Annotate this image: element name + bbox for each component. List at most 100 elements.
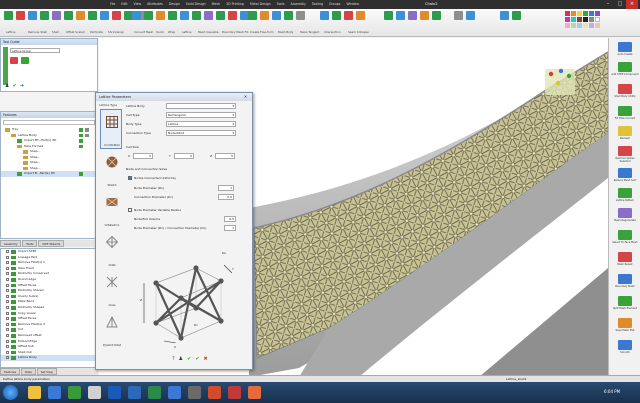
tool-guide-tab[interactable] (3, 47, 8, 85)
lattice-pattern-icon[interactable] (618, 188, 632, 198)
select-tool-icon[interactable] (272, 11, 281, 20)
menu-edit[interactable]: Edit (121, 2, 127, 6)
fill-tool-icon[interactable] (356, 11, 365, 20)
select-tri-icon[interactable] (618, 230, 632, 240)
seam-collapse-icon[interactable] (248, 11, 257, 20)
tab-data[interactable]: Data (21, 368, 36, 375)
word-icon[interactable] (128, 386, 141, 399)
close-window-button[interactable]: × (626, 0, 638, 9)
shell-body-icon[interactable] (618, 84, 632, 94)
menu-groups[interactable]: Groups (329, 2, 340, 6)
lattice-type-octet[interactable]: Octet (100, 229, 122, 269)
connection-type-select[interactable]: Node/Strut (166, 130, 236, 136)
lattice-mesh-icon[interactable] (168, 11, 177, 20)
ratio-input[interactable]: 1 (224, 225, 236, 231)
view-tool-icon[interactable] (454, 11, 463, 20)
extend-edge-icon[interactable] (88, 11, 97, 20)
remesh-icon[interactable] (618, 126, 632, 136)
shrinkwrap-icon[interactable] (64, 11, 73, 20)
shell-icon[interactable] (28, 11, 37, 20)
tab-features[interactable]: Features (0, 368, 21, 375)
remove-icon[interactable] (10, 57, 18, 64)
blend-tool-icon[interactable] (332, 11, 341, 20)
tab-dof-wizards[interactable]: DOF Wizards (38, 240, 65, 247)
fill-hole-icon[interactable] (618, 106, 632, 116)
arrow-icon[interactable]: ➜ (20, 83, 24, 89)
menu-attributes[interactable]: Attributes (147, 2, 163, 6)
outlook-icon[interactable] (108, 386, 121, 399)
quick-icon[interactable] (144, 11, 153, 20)
history-checkbox[interactable] (6, 305, 9, 309)
minimize-button[interactable]: – (602, 0, 614, 9)
mesh-body-icon[interactable] (216, 11, 225, 20)
color-palette[interactable] (565, 11, 600, 28)
app-icon[interactable] (188, 386, 201, 399)
menu-view[interactable]: View (134, 2, 142, 6)
node-diameter-input[interactable]: 1 (218, 185, 234, 191)
tab-assembly[interactable]: Assembly (0, 240, 22, 247)
mesh-repair-icon[interactable] (618, 252, 632, 262)
history-checkbox[interactable] (6, 311, 9, 315)
auto-create-icon[interactable] (618, 42, 632, 52)
boundary-mesh-icon[interactable] (618, 274, 632, 284)
menu-tools[interactable]: Tools (277, 2, 285, 6)
stitch-convert-icon[interactable] (100, 11, 109, 20)
history-checkbox[interactable] (6, 300, 9, 304)
menu-solid-design[interactable]: Solid Design (186, 2, 206, 6)
media-icon[interactable] (68, 386, 81, 399)
remove-shell-icon[interactable] (16, 11, 25, 20)
view-cube[interactable] (545, 68, 575, 95)
menu-design[interactable]: Design (169, 2, 180, 6)
history-checkbox[interactable] (6, 317, 9, 321)
lock-icon[interactable] (85, 133, 89, 137)
history-checkbox[interactable] (6, 294, 9, 298)
app-icon[interactable] (88, 386, 101, 399)
half-volume-input[interactable]: 0.5 (224, 216, 236, 222)
lattice-tool-icon[interactable] (4, 11, 13, 20)
lattice-type-uni-strutted[interactable]: Uni Strutted (100, 109, 122, 149)
history-item-selected[interactable]: Lattice Body (1, 355, 97, 361)
wrap-icon[interactable] (156, 11, 165, 20)
menu-mesh[interactable]: Mesh (212, 2, 220, 6)
cancel-icon[interactable]: ✖ (204, 356, 208, 362)
cad-app-icon[interactable] (248, 386, 261, 399)
reduce-mesh-icon[interactable] (618, 168, 632, 178)
rotate-tool-icon[interactable] (296, 11, 305, 20)
pattern-tool-icon[interactable] (420, 11, 429, 20)
features-search-input[interactable] (3, 120, 95, 125)
history-checkbox[interactable] (6, 261, 9, 265)
add-step-icon[interactable] (618, 62, 632, 72)
lattice-body-select[interactable] (166, 103, 236, 109)
boundary-mesh-fill-icon[interactable] (192, 11, 201, 20)
apply-check-icon[interactable]: ✔ (187, 356, 191, 362)
lattice-type-pyramid-octet[interactable]: Pyramid Octet (100, 309, 122, 349)
connection-diameter-input[interactable]: 0.5 (218, 194, 234, 200)
smooth-icon[interactable] (618, 340, 632, 350)
body-type-select[interactable]: Lattice (166, 121, 236, 127)
cut-tool-icon[interactable] (344, 11, 353, 20)
lock-icon[interactable] (85, 128, 89, 132)
history-checkbox[interactable] (6, 356, 9, 360)
menu-window[interactable]: Window (346, 2, 359, 6)
visibility-icon[interactable] (79, 128, 83, 132)
history-checkbox[interactable] (6, 328, 9, 332)
maximize-button[interactable]: □ (614, 0, 626, 9)
visibility-icon[interactable] (79, 133, 83, 137)
mirror-tool-icon[interactable] (432, 11, 441, 20)
lattice-type-octahedron[interactable]: Octahedron (100, 189, 122, 229)
acrobat-icon[interactable] (228, 386, 241, 399)
render-tool-icon[interactable] (500, 11, 509, 20)
history-checkbox[interactable] (6, 283, 9, 287)
history-checkbox[interactable] (6, 250, 9, 253)
start-button[interactable] (3, 385, 18, 400)
split-mesh-icon[interactable] (618, 296, 632, 306)
flatten-icon[interactable] (112, 11, 121, 20)
remove-spikes-icon[interactable] (618, 146, 632, 156)
perforate-icon[interactable] (52, 11, 61, 20)
dialog-close-button[interactable]: ✕ (241, 94, 250, 100)
fit-tool-icon[interactable] (284, 11, 293, 20)
check-icon[interactable]: ✔ (12, 83, 16, 89)
mesh-regenerate-icon[interactable] (618, 208, 632, 218)
convert-mesh-icon[interactable] (132, 11, 141, 20)
history-checkbox[interactable] (6, 345, 9, 349)
